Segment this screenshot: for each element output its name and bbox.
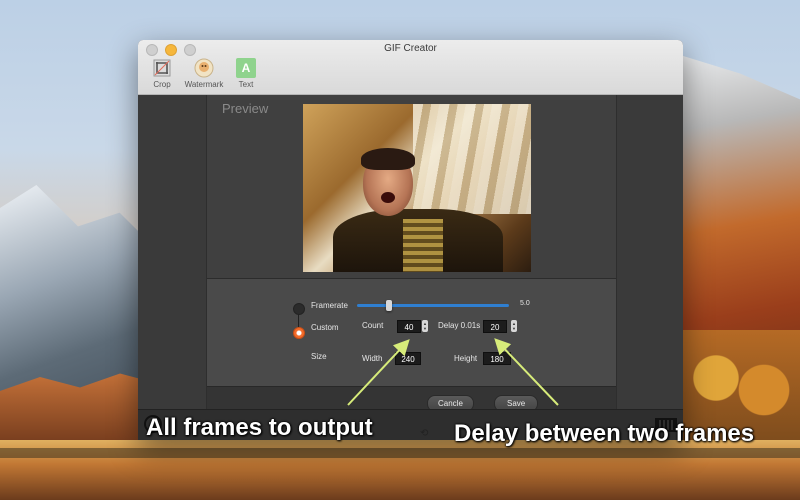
height-input[interactable]: 180 — [483, 352, 511, 365]
framerate-slider-thumb[interactable] — [386, 300, 393, 311]
annotation-delay-between-frames: Delay between two frames — [454, 420, 755, 447]
text-icon: A — [236, 58, 256, 78]
annotation-frames-to-output: All frames to output — [146, 414, 373, 441]
mode-radio-group — [293, 303, 305, 339]
preview-figure-hair — [361, 148, 415, 170]
watermark-tool-button[interactable]: Watermark — [184, 58, 224, 89]
count-input[interactable]: 40 — [397, 320, 421, 333]
framerate-label: Framerate — [311, 301, 348, 310]
crop-icon — [152, 58, 172, 78]
delay-input[interactable]: 20 — [483, 320, 507, 333]
toolbar: Crop Watermark A Text — [144, 58, 264, 89]
preview-label: Preview — [222, 101, 269, 116]
preview-figure-collar — [403, 219, 443, 272]
crop-tool-label: Crop — [153, 80, 171, 89]
preview-area: Preview — [207, 95, 616, 279]
width-input[interactable]: 240 — [395, 352, 421, 365]
framerate-radio[interactable] — [293, 303, 305, 315]
width-label: Width — [362, 354, 383, 363]
watermark-icon — [194, 58, 214, 78]
preview-figure-mouth — [381, 192, 395, 203]
height-label: Height — [454, 354, 478, 363]
desktop-shore — [0, 448, 800, 458]
custom-radio[interactable] — [293, 327, 305, 339]
count-stepper[interactable]: ▲ ▼ — [422, 320, 428, 332]
size-label: Size — [311, 352, 327, 361]
delay-label: Delay 0.01s — [438, 321, 481, 330]
right-panel — [615, 95, 683, 440]
preview-background-crowd — [413, 104, 531, 214]
text-tool-label: Text — [238, 80, 254, 89]
watermark-tool-label: Watermark — [184, 80, 224, 89]
gif-creator-window: GIF Creator Crop Watermark A Text Previe… — [138, 40, 683, 440]
settings-controls: Framerate 5.0 Custom Count 40 ▲ ▼ Delay 0… — [207, 279, 616, 389]
framerate-slider[interactable] — [357, 300, 509, 311]
framerate-value: 5.0 — [520, 300, 530, 307]
loop-icon[interactable]: ⟲ — [420, 428, 428, 439]
window-title: GIF Creator — [384, 43, 437, 54]
window-titlebar: GIF Creator Crop Watermark A Text — [138, 40, 683, 95]
preview-image — [303, 104, 531, 272]
delay-stepper[interactable]: ▲ ▼ — [511, 320, 517, 332]
export-settings-sheet: Preview Framerate 5.0 Custom Count 40 ▲ … — [206, 95, 617, 427]
text-tool-button[interactable]: A Text — [228, 58, 264, 89]
left-panel — [138, 95, 206, 440]
count-label: Count — [362, 321, 384, 330]
crop-tool-button[interactable]: Crop — [144, 58, 180, 89]
custom-label: Custom — [311, 323, 339, 332]
radio-connector — [298, 314, 299, 327]
